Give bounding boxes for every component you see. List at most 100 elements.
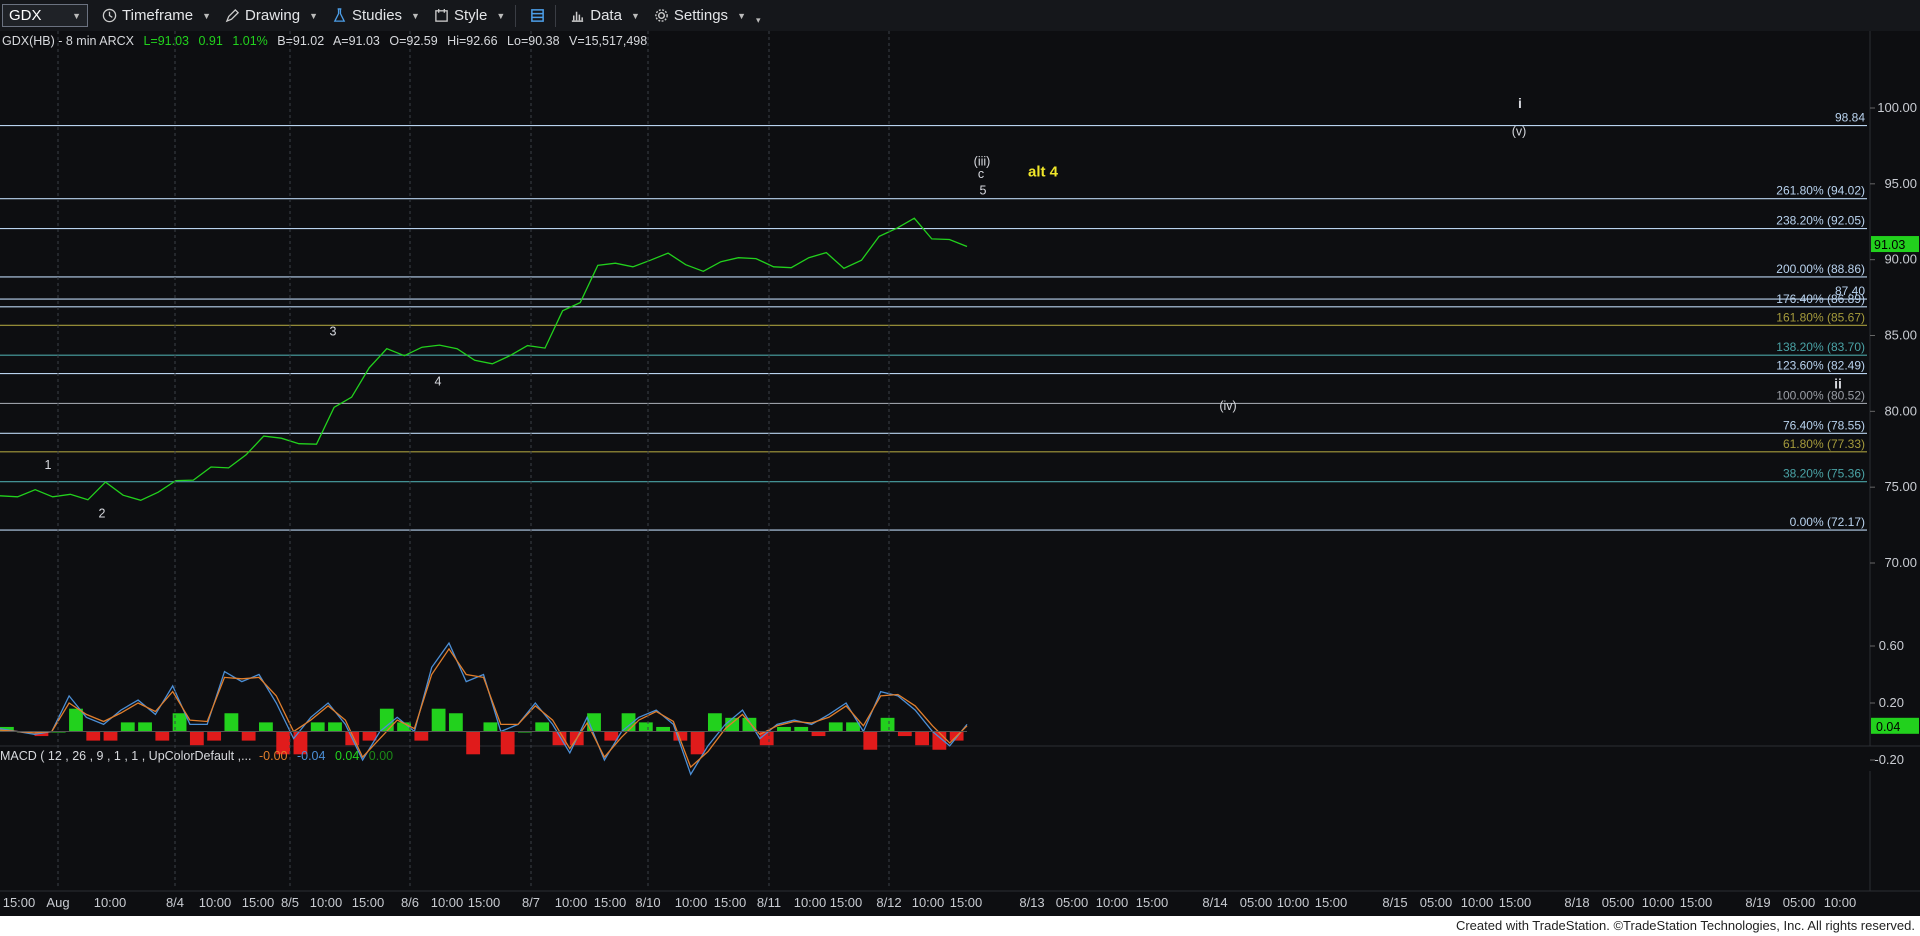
time-tick-label: 8/15 xyxy=(1382,895,1407,910)
style-label: Style xyxy=(453,7,488,24)
wave-label: alt 4 xyxy=(1028,163,1059,180)
macd-histogram-bar xyxy=(448,713,463,732)
macd-histogram-bar xyxy=(189,731,204,746)
macd-histogram-bar xyxy=(604,731,619,741)
drawing-menu[interactable]: Drawing ▼ xyxy=(225,7,318,24)
wave-label: i xyxy=(1518,95,1522,111)
time-tick-label: 05:00 xyxy=(1240,895,1273,910)
bar-chart-icon xyxy=(572,11,584,22)
studies-label: Studies xyxy=(352,7,403,24)
header-pct: 1.01% xyxy=(232,34,267,48)
wave-label: 1 xyxy=(45,458,52,472)
macd-value-3: 0.04 xyxy=(335,749,359,763)
macd-histogram-bar xyxy=(328,722,342,732)
layout-button[interactable] xyxy=(530,8,545,23)
header-info: GDX(HB) - 8 min ARCX L=91.03 0.91 1.01% … xyxy=(2,34,647,48)
time-tick-label: Aug xyxy=(46,895,69,910)
time-tick-label: 10:00 xyxy=(94,895,127,910)
chart-area[interactable]: 70.00 75.00 80.00 85.00 90.00 95.00 100.00 98.8… xyxy=(0,31,1920,916)
fib-level-label: 238.20% (92.05) xyxy=(1776,214,1865,228)
symbol-selector[interactable]: GDX ▼ xyxy=(2,4,88,27)
header-symbol: GDX(HB) - 8 min ARCX xyxy=(2,34,135,48)
data-menu[interactable]: Data ▼ xyxy=(570,7,640,24)
time-tick-label: 15:00 xyxy=(242,895,275,910)
settings-menu[interactable]: Settings ▼ xyxy=(654,7,746,24)
time-tick-label: 8/4 xyxy=(166,895,184,910)
time-tick-label: 8/11 xyxy=(757,895,781,910)
time-tick-label: 10:00 xyxy=(199,895,232,910)
timeframe-label: Timeframe xyxy=(122,7,194,24)
time-tick-label: 15:00 xyxy=(1315,895,1348,910)
chevron-down-icon: ▼ xyxy=(630,10,640,21)
price-tick-label: 100.00 xyxy=(1877,100,1917,115)
time-tick-label: 15:00 xyxy=(594,895,627,910)
macd-histogram-bar xyxy=(259,722,273,732)
price-tick-label: 80.00 xyxy=(1884,403,1917,418)
chevron-down-icon: ▼ xyxy=(309,10,318,21)
header-hi: Hi=92.66 xyxy=(447,34,497,48)
macd-histogram-bar xyxy=(310,722,325,732)
macd-value-4: 0.00 xyxy=(369,749,393,763)
last-price-label: 91.03 xyxy=(1874,238,1905,252)
time-tick-label: 15:00 xyxy=(950,895,983,910)
macd-histogram-bar xyxy=(863,731,878,750)
macd-histogram-bar xyxy=(794,726,809,732)
fib-level-label: 176.40% (86.89) xyxy=(1776,292,1865,306)
studies-menu[interactable]: Studies ▼ xyxy=(332,7,420,24)
macd-histogram-bar xyxy=(915,731,930,746)
wave-label: c xyxy=(978,167,984,181)
time-tick-label: 15:00 xyxy=(3,895,36,910)
macd-histogram-bar xyxy=(138,722,152,732)
macd-value-2: -0.04 xyxy=(297,749,326,763)
toolbar-divider xyxy=(555,4,557,27)
toolbar-overflow-icon[interactable]: ▾ xyxy=(756,15,761,26)
clock-icon xyxy=(102,8,117,23)
macd-histogram-bar xyxy=(483,722,498,732)
time-tick-label: 10:00 xyxy=(1642,895,1675,910)
macd-histogram-bar xyxy=(897,731,912,737)
macd-histogram-bar xyxy=(224,713,239,732)
header-last: L=91.03 xyxy=(143,34,189,48)
symbol-input[interactable]: GDX xyxy=(9,7,42,24)
chevron-down-icon: ▼ xyxy=(411,10,420,21)
macd-histogram-bar xyxy=(811,731,826,737)
toolbar-divider xyxy=(515,4,517,27)
header-change: 0.91 xyxy=(198,34,222,48)
fib-level-label: 38.20% (75.36) xyxy=(1783,467,1865,481)
wave-label: (v) xyxy=(1512,124,1527,138)
fib-level-label: 200.00% (88.86) xyxy=(1776,262,1865,276)
macd-label: MACD ( 12 , 26 , 9 , 1 , 1 , UpColorDefa… xyxy=(0,749,252,763)
time-tick-label: 15:00 xyxy=(1136,895,1169,910)
macd-histogram-bar xyxy=(656,726,670,732)
time-tick-label: 8/12 xyxy=(876,895,901,910)
time-tick-label: 05:00 xyxy=(1783,895,1816,910)
time-tick-label: 05:00 xyxy=(1602,895,1635,910)
style-menu[interactable]: Style ▼ xyxy=(434,7,505,24)
time-tick-label: 15:00 xyxy=(352,895,385,910)
layout-icon xyxy=(531,9,545,22)
macd-histogram-bar xyxy=(880,717,895,732)
time-tick-label: 10:00 xyxy=(675,895,708,910)
wave-label: 3 xyxy=(330,325,337,339)
macd-histogram-bar xyxy=(431,708,446,732)
style-icon xyxy=(435,8,448,22)
macd-histogram-bar xyxy=(500,731,515,755)
wave-label: 5 xyxy=(980,183,987,197)
chevron-down-icon: ▼ xyxy=(496,10,506,21)
header-lo: Lo=90.38 xyxy=(507,34,560,48)
header-open: O=92.59 xyxy=(389,34,437,48)
drawing-label: Drawing xyxy=(245,7,301,24)
macd-histogram-bar xyxy=(638,722,653,732)
header-ask: A=91.03 xyxy=(333,34,380,48)
macd-value-1: -0.00 xyxy=(259,749,288,763)
macd-histogram-bar xyxy=(103,731,118,741)
time-tick-label: 8/7 xyxy=(522,895,540,910)
macd-histogram-bar xyxy=(241,731,256,741)
wave-label: ii xyxy=(1834,376,1842,392)
timeframe-menu[interactable]: Timeframe ▼ xyxy=(102,7,211,24)
time-tick-label: 10:00 xyxy=(555,895,588,910)
time-tick-label: 10:00 xyxy=(431,895,464,910)
price-tick-label: 70.00 xyxy=(1884,555,1917,570)
macd-histogram-bar xyxy=(69,708,83,732)
time-tick-label: 10:00 xyxy=(1277,895,1310,910)
